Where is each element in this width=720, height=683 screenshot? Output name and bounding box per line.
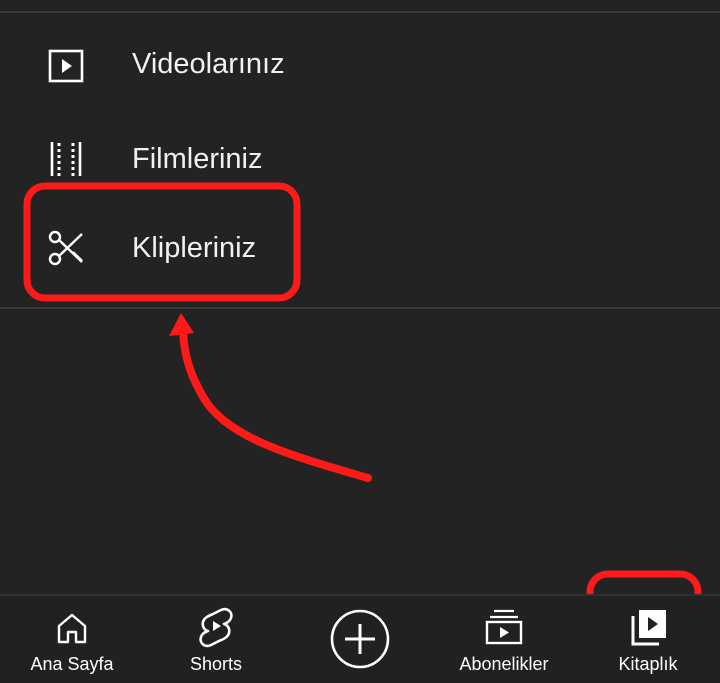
bottom-navigation: Ana Sayfa Shorts Abonelikler Kitaplık [0, 596, 720, 683]
nav-label: Abonelikler [459, 654, 549, 674]
menu-item-videos[interactable]: Videolarınız [0, 26, 720, 106]
nav-subscriptions[interactable]: Abonelikler [432, 596, 576, 683]
create-plus-icon [330, 609, 390, 669]
home-icon [57, 613, 87, 644]
menu-item-movies[interactable]: Filmleriniz [0, 121, 720, 201]
top-divider [0, 11, 720, 13]
subscriptions-icon [485, 609, 523, 645]
shorts-icon [199, 607, 233, 648]
play-square-icon [48, 49, 84, 83]
nav-shorts[interactable]: Shorts [144, 596, 288, 683]
menu-item-clips[interactable]: Klipleriniz [0, 208, 720, 288]
nav-label: Kitaplık [618, 654, 678, 674]
menu-item-label: Filmleriniz [132, 143, 263, 175]
scissors-icon [48, 230, 83, 266]
film-strip-icon [50, 142, 82, 176]
nav-label: Ana Sayfa [30, 654, 114, 674]
section-divider [0, 307, 720, 309]
nav-create[interactable] [288, 596, 432, 683]
nav-library[interactable]: Kitaplık [576, 596, 720, 683]
nav-home[interactable]: Ana Sayfa [0, 596, 144, 683]
nav-label: Shorts [189, 654, 243, 674]
menu-item-label: Videolarınız [132, 48, 285, 80]
library-icon [631, 610, 666, 646]
annotation-arrow [179, 326, 372, 482]
menu-item-label: Klipleriniz [132, 232, 257, 264]
annotation-arrow-head [169, 313, 194, 336]
